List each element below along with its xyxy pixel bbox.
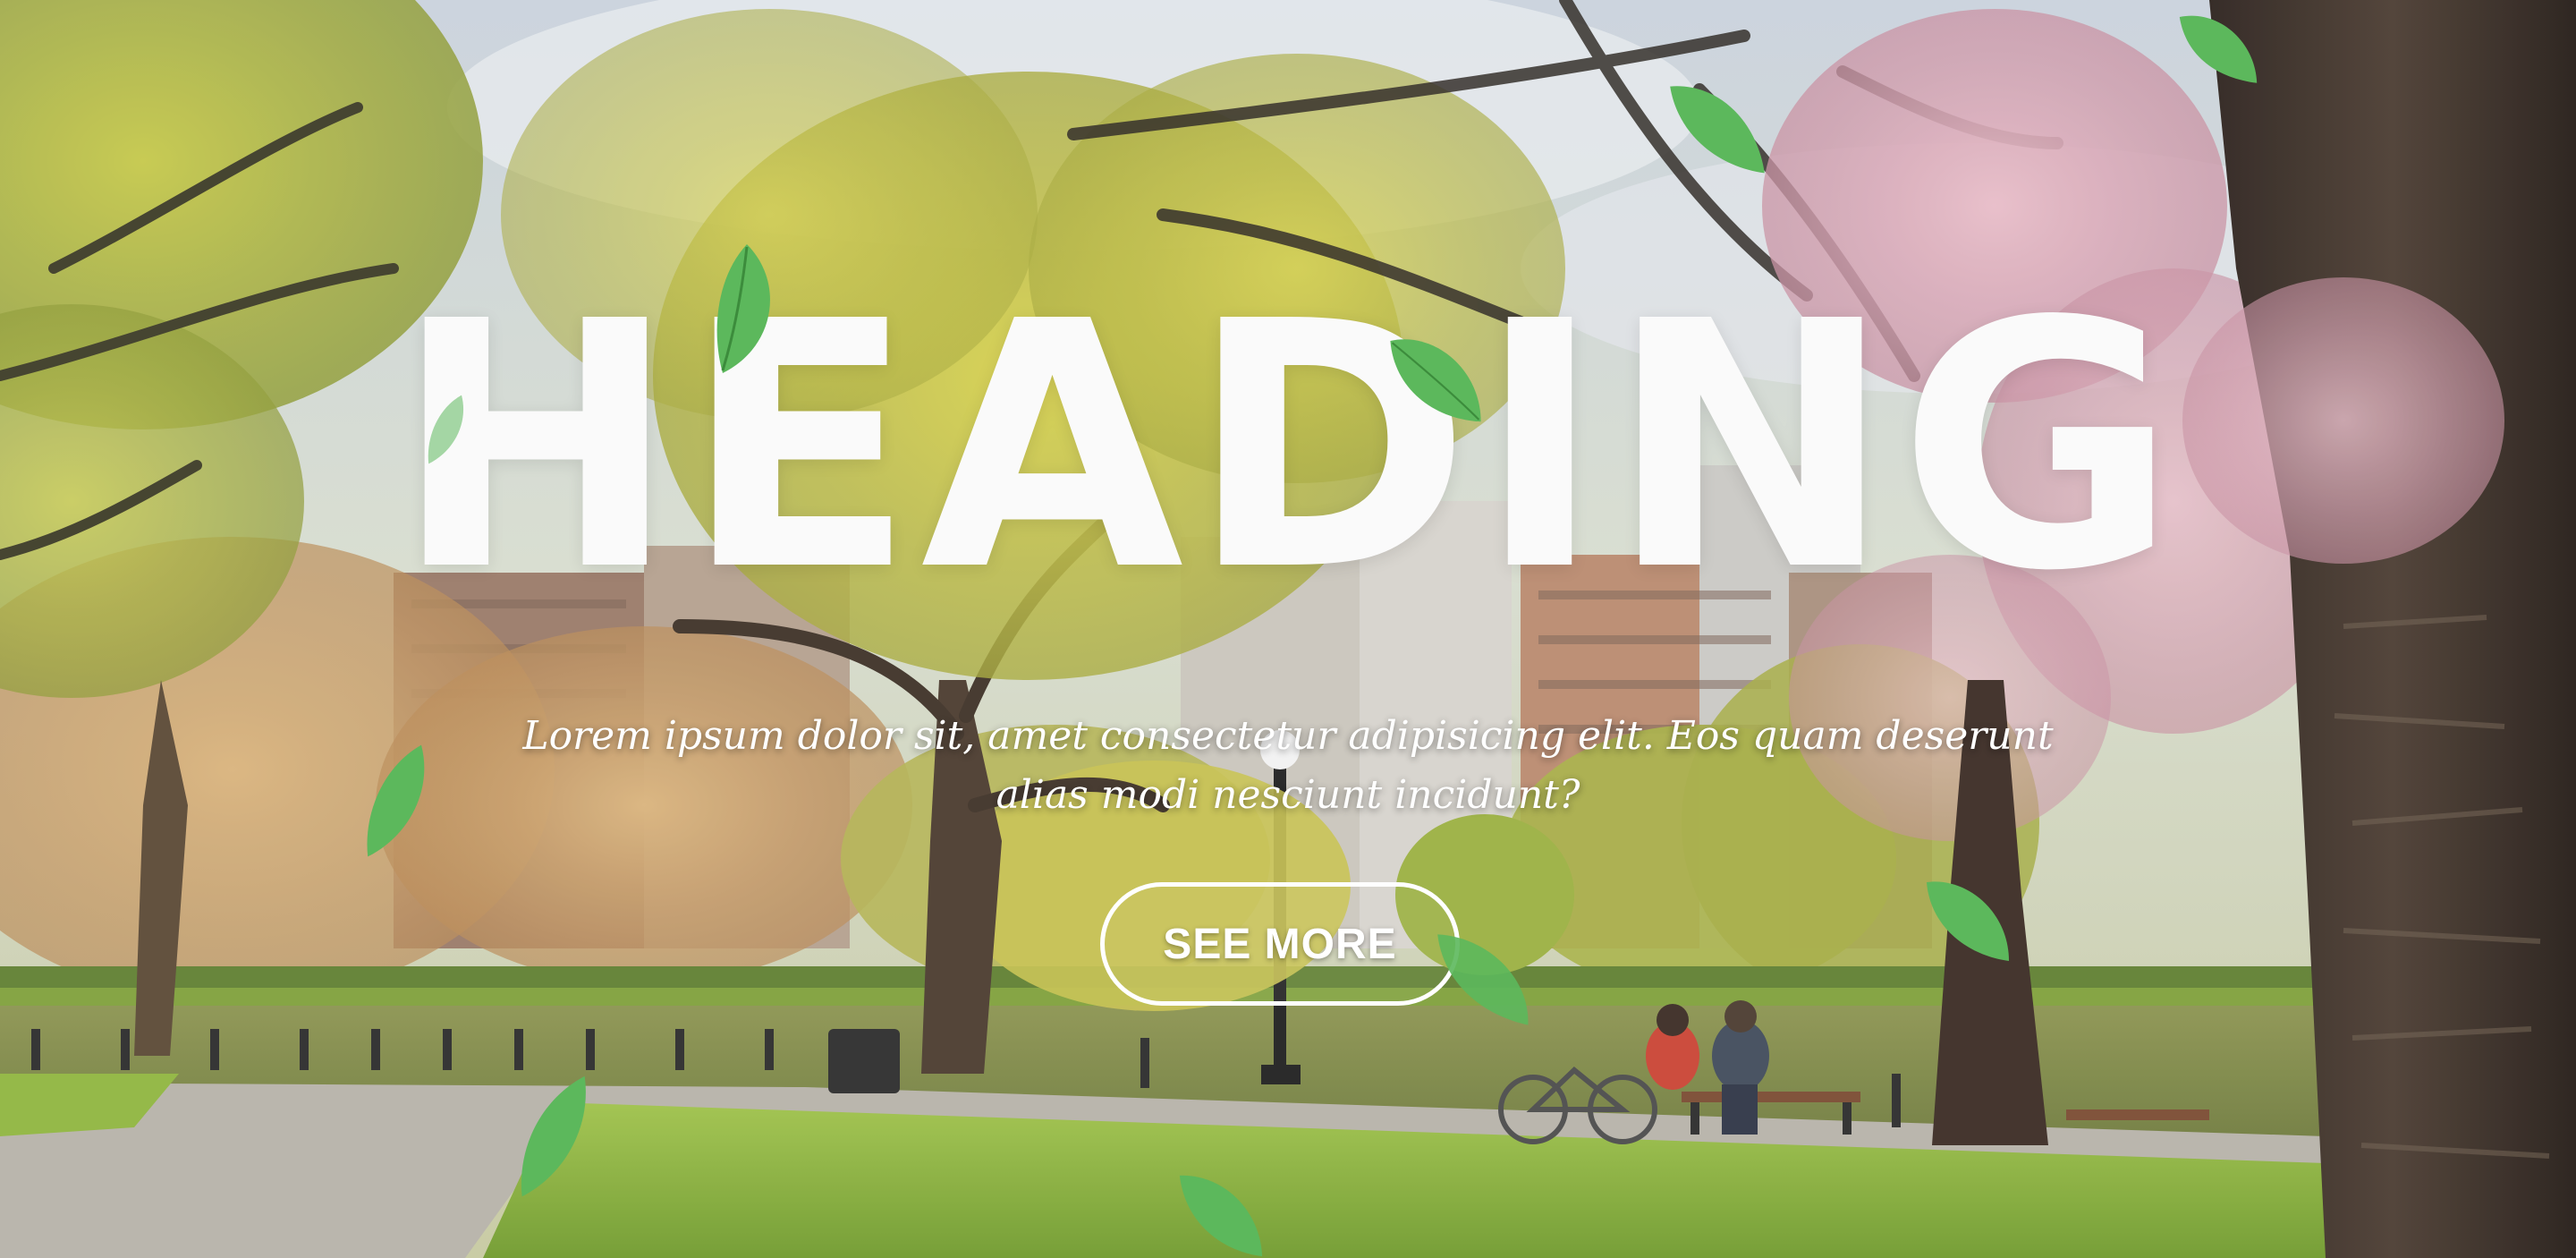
leaf-icon xyxy=(367,744,425,857)
see-more-button[interactable]: SEE MORE xyxy=(1100,882,1460,1006)
leaf-icon xyxy=(716,244,770,373)
leaf-icon xyxy=(2179,15,2258,83)
leaf-icon xyxy=(1179,1175,1263,1257)
leaf-icon xyxy=(1927,881,2009,961)
leaf-icon xyxy=(1437,934,1529,1025)
leaf-icon xyxy=(1670,86,1765,174)
hero-section: HEADING Lorem ipsum dolor sit, amet cons… xyxy=(0,0,2576,1258)
leaf-icon xyxy=(1390,339,1481,422)
see-more-label: SEE MORE xyxy=(1163,920,1397,968)
hero-heading: HEADING xyxy=(393,249,2183,645)
hero-subtitle: Lorem ipsum dolor sit, amet consectetur … xyxy=(522,713,2054,818)
leaf-icon xyxy=(428,395,464,464)
leaf-icon xyxy=(521,1075,586,1197)
